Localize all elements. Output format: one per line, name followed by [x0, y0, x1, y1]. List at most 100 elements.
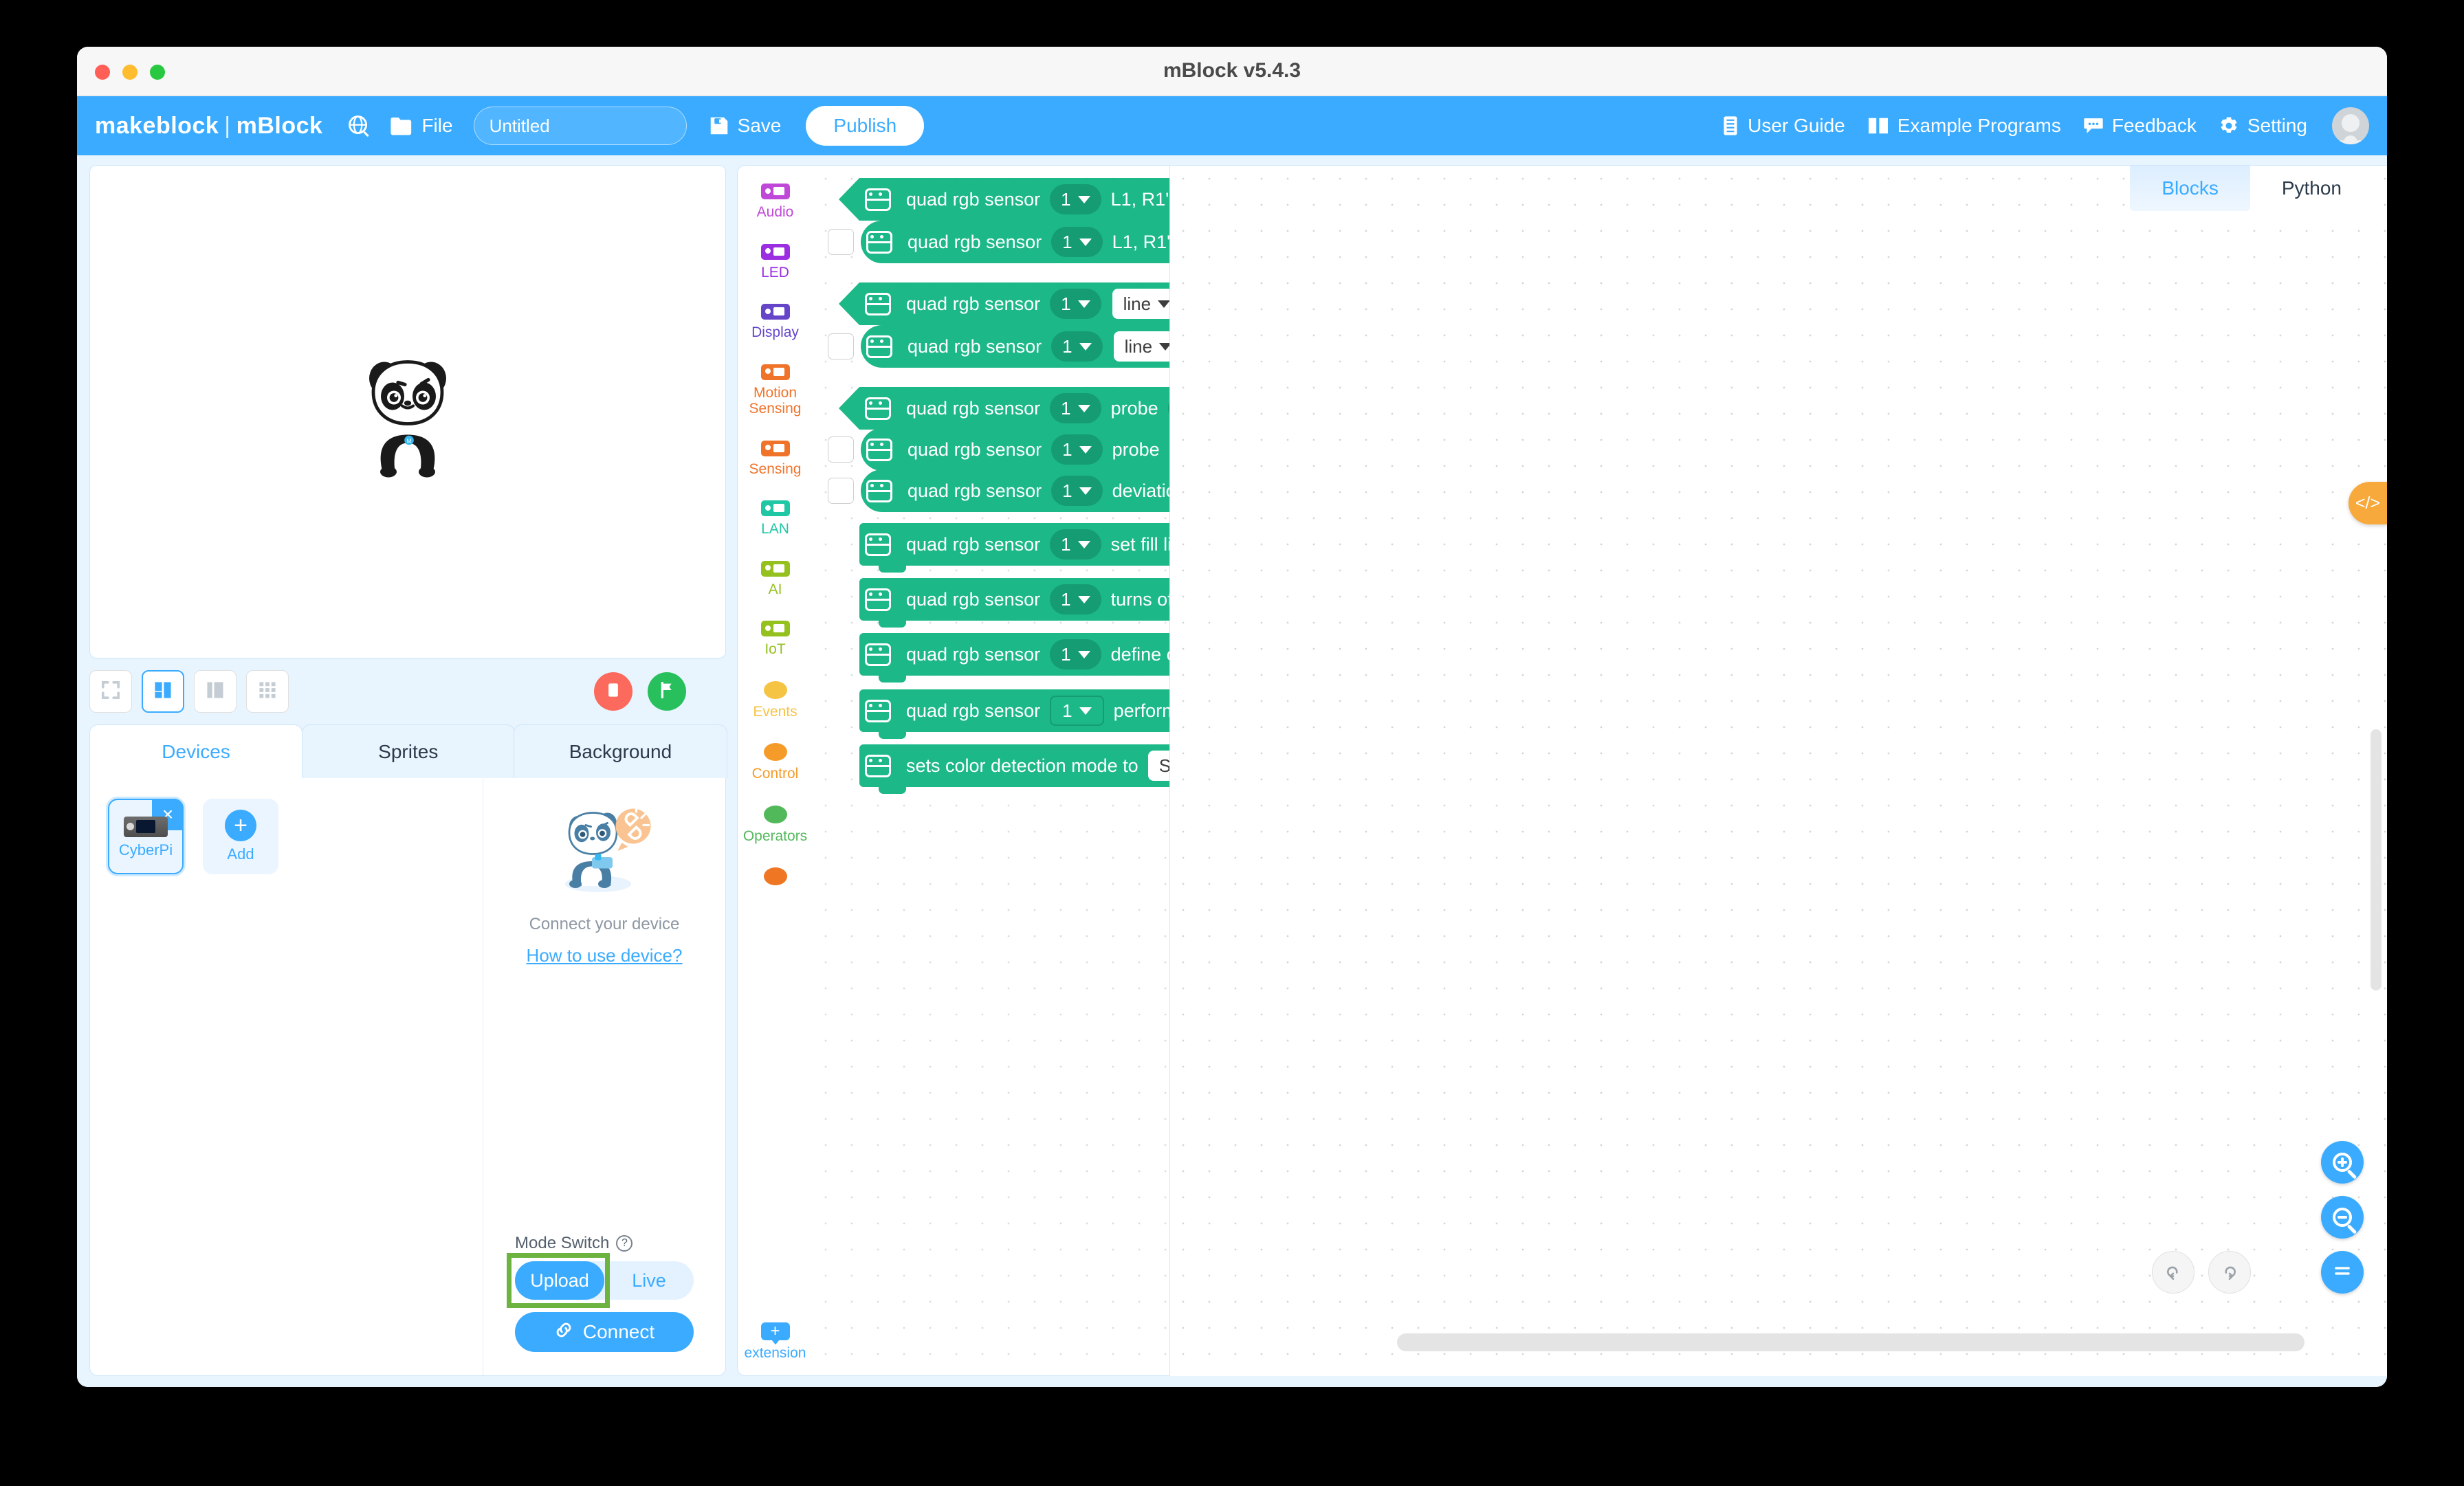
- sidebar-item-ai[interactable]: AI: [743, 560, 807, 598]
- stage-layout-grid-button[interactable]: [246, 670, 289, 713]
- block-dropdown[interactable]: 1: [1050, 184, 1101, 214]
- sidebar-item-iot[interactable]: IoT: [743, 621, 807, 658]
- chevron-down-icon: [1077, 540, 1090, 548]
- project-name-input[interactable]: [473, 107, 687, 145]
- horizontal-scrollbar[interactable]: [1397, 1333, 2304, 1351]
- palette-block-row: quad rgb sensor 1 turns off fill li: [813, 578, 1169, 628]
- save-button[interactable]: Save: [699, 115, 791, 137]
- language-button[interactable]: [338, 114, 380, 137]
- block-monitor-checkbox[interactable]: [828, 333, 854, 359]
- tab-devices[interactable]: Devices: [89, 724, 303, 778]
- quad-rgb-sensor-icon: [859, 689, 896, 732]
- mode-switch-label-row: Mode Switch ?: [515, 1234, 694, 1253]
- devices-panel: × CyberPi + Add Connect your device How …: [89, 778, 726, 1376]
- block-quad-rgb-sensor[interactable]: quad rgb sensor 1 line: [861, 325, 1169, 368]
- zoom-out-button[interactable]: [2321, 1196, 2364, 1239]
- block-dropdown[interactable]: 1: [1050, 393, 1101, 423]
- undo-button[interactable]: [2152, 1251, 2194, 1294]
- window-title: mBlock v5.4.3: [1163, 59, 1301, 82]
- sidebar-item-extension[interactable]: + extension: [738, 1322, 813, 1362]
- block-dropdown[interactable]: 1: [1050, 289, 1101, 319]
- example-programs-button[interactable]: Example Programs: [1858, 115, 2071, 137]
- block-dropdown[interactable]: 1: [1051, 227, 1103, 257]
- stage-layout-large-button[interactable]: [142, 670, 184, 713]
- code-workspace[interactable]: Blocks Python </>: [1170, 165, 2387, 1376]
- connect-button[interactable]: Connect: [515, 1312, 694, 1352]
- block-quad-rgb-sensor[interactable]: quad rgb sensor 1 turns off fill li: [859, 578, 1169, 628]
- block-text: deviation: [1112, 480, 1169, 501]
- setting-button[interactable]: Setting: [2209, 115, 2317, 137]
- sidebar-item-lan[interactable]: LAN: [743, 500, 807, 537]
- block-dropdown[interactable]: Standa: [1147, 751, 1169, 781]
- stage-layout-small-button[interactable]: [194, 670, 236, 713]
- user-guide-button[interactable]: User Guide: [1712, 115, 1855, 137]
- question-mark-icon[interactable]: ?: [616, 1235, 633, 1252]
- zoom-reset-button[interactable]: [2321, 1251, 2364, 1294]
- start-button[interactable]: [648, 672, 686, 711]
- tab-python[interactable]: Python: [2250, 166, 2373, 211]
- block-quad-rgb-sensor[interactable]: quad rgb sensor1probe(1): [859, 387, 1169, 430]
- sidebar-item-events[interactable]: Events: [743, 680, 807, 720]
- user-avatar-icon[interactable]: [2332, 107, 2369, 144]
- block-dropdown[interactable]: 1: [1050, 529, 1101, 559]
- block-quad-rgb-sensor[interactable]: quad rgb sensor1L1, R1'sline: [859, 178, 1169, 221]
- brand-makeblock: makeblock: [95, 112, 219, 139]
- block-text: L1, R1's: [1112, 231, 1170, 252]
- mode-live-button[interactable]: Live: [604, 1261, 694, 1300]
- redo-button[interactable]: [2208, 1251, 2251, 1294]
- block-dropdown[interactable]: 1: [1051, 331, 1103, 362]
- block-dropdown[interactable]: line: [1113, 331, 1169, 362]
- tab-sprites[interactable]: Sprites: [301, 724, 515, 778]
- sidebar-item-sensing[interactable]: Sensing: [743, 440, 807, 478]
- block-monitor-checkbox[interactable]: [828, 229, 854, 255]
- file-menu-button[interactable]: File: [380, 115, 462, 137]
- block-quad-rgb-sensor[interactable]: sets color detection mode to Standa: [859, 744, 1169, 794]
- stop-button[interactable]: [594, 672, 632, 711]
- plus-icon: +: [225, 810, 256, 841]
- sidebar-item-operators[interactable]: Operators: [743, 805, 807, 845]
- block-quad-rgb-sensor[interactable]: quad rgb sensor 1 performs cali: [859, 689, 1169, 739]
- zoom-in-button[interactable]: [2321, 1141, 2364, 1184]
- block-quad-rgb-sensor[interactable]: quad rgb sensor 1 define color t: [859, 633, 1169, 683]
- panda-broken-link-illustration: [553, 797, 656, 904]
- sidebar-item-motion-sensing[interactable]: Motion Sensing: [743, 364, 807, 417]
- block-dropdown[interactable]: 1: [1051, 434, 1103, 465]
- block-quad-rgb-sensor[interactable]: quad rgb sensor 1 L1, R1's: [861, 221, 1170, 263]
- block-dropdown[interactable]: line: [1112, 289, 1169, 319]
- block-monitor-checkbox[interactable]: [828, 436, 854, 463]
- sidebar-item-led[interactable]: LED: [743, 243, 807, 281]
- category-rail[interactable]: Audio LED Display Motion Sensing Sensing LAN A…: [737, 165, 813, 1376]
- fullscreen-button[interactable]: [89, 670, 132, 713]
- stage-area[interactable]: M: [89, 165, 726, 658]
- block-quad-rgb-sensor[interactable]: quad rgb sensor 1 probe: [861, 428, 1169, 471]
- tab-background[interactable]: Background: [514, 724, 727, 778]
- block-monitor-checkbox[interactable]: [828, 478, 854, 504]
- block-quad-rgb-sensor[interactable]: quad rgb sensor1linein: [859, 282, 1169, 325]
- block-dropdown[interactable]: 1: [1050, 584, 1101, 614]
- sidebar-item-audio[interactable]: Audio: [743, 184, 807, 221]
- mode-upload-button[interactable]: Upload: [515, 1261, 604, 1300]
- block-dropdown[interactable]: 1: [1051, 476, 1103, 506]
- chevron-down-icon: [1079, 238, 1092, 246]
- chevron-down-icon: [1079, 445, 1092, 454]
- panda-sprite[interactable]: M: [353, 342, 463, 483]
- sidebar-item-display[interactable]: Display: [743, 304, 807, 341]
- block-dropdown[interactable]: 1: [1050, 639, 1101, 669]
- vertical-scrollbar[interactable]: [2370, 729, 2382, 990]
- block-text: L1, R1's: [1110, 188, 1169, 210]
- add-device-button[interactable]: + Add: [203, 799, 278, 874]
- tab-blocks[interactable]: Blocks: [2130, 166, 2250, 211]
- block-dropdown[interactable]: 1: [1050, 696, 1104, 726]
- sidebar-item-unnamed-11[interactable]: [743, 867, 807, 890]
- device-card-cyberpi[interactable]: × CyberPi: [108, 799, 184, 874]
- block-quad-rgb-sensor[interactable]: quad rgb sensor 1 set fill light co: [859, 523, 1169, 573]
- block-palette[interactable]: quad rgb sensor1L1, R1'slinequad rgb sen…: [813, 165, 1170, 1376]
- category-icon: [760, 243, 790, 260]
- feedback-button[interactable]: Feedback: [2074, 115, 2206, 137]
- how-to-use-device-link[interactable]: How to use device?: [527, 945, 683, 966]
- publish-button[interactable]: Publish: [806, 106, 925, 146]
- block-quad-rgb-sensor[interactable]: quad rgb sensor 1 deviation: [861, 469, 1169, 512]
- block-dropdown-value: line: [1124, 335, 1153, 357]
- sidebar-item-control[interactable]: Control: [743, 743, 807, 782]
- code-brackets-icon[interactable]: </>: [2348, 482, 2387, 524]
